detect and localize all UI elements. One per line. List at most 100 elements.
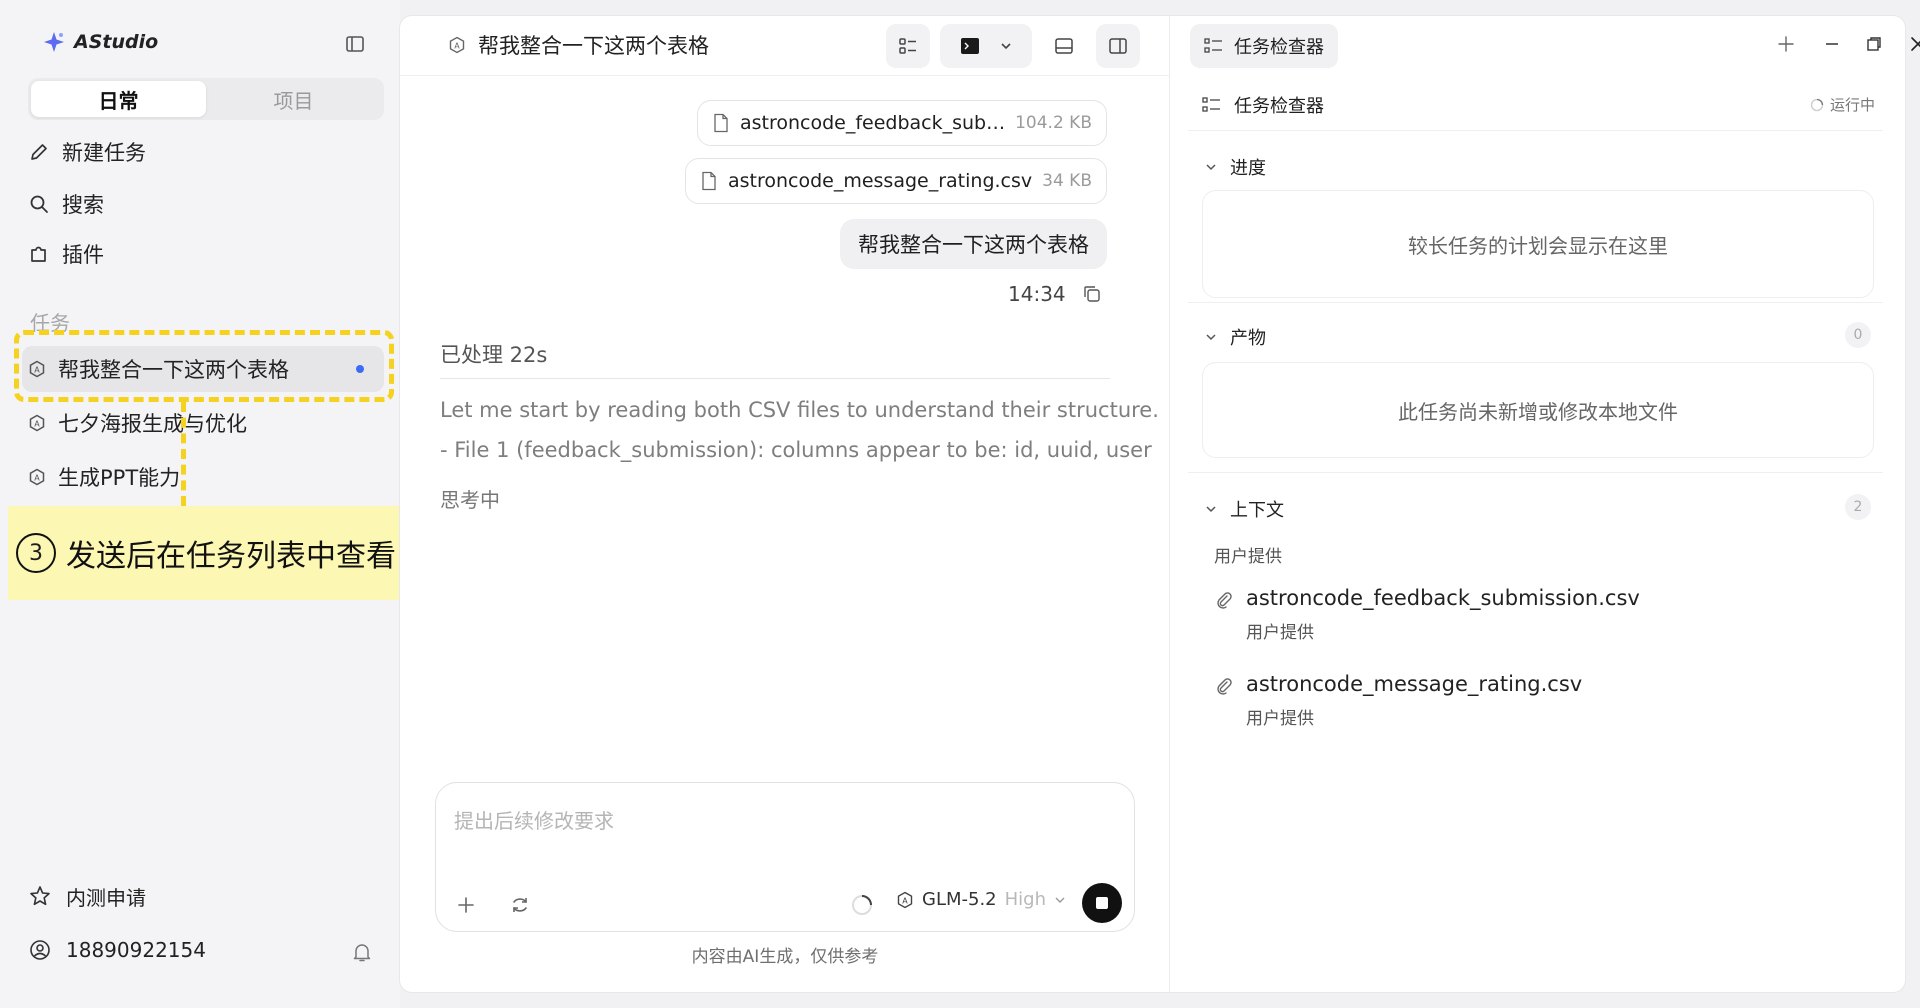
task-label: 生成PPT能力 [58, 466, 181, 490]
message-timestamp: 14:34 [1008, 282, 1066, 306]
chat-title: A 帮我整合一下这两个表格 [448, 30, 709, 60]
paperclip-icon [1217, 592, 1232, 609]
chevron-down-icon [1206, 334, 1216, 341]
bell-icon[interactable] [350, 940, 374, 964]
stop-button[interactable] [1082, 883, 1122, 923]
divider [1188, 302, 1883, 303]
plus-icon[interactable] [454, 893, 478, 917]
beta-apply-label: 内测申请 [66, 885, 146, 910]
loading-spinner-icon [852, 895, 872, 915]
context-file-item[interactable]: astroncode_message_rating.csv 用户提供 [1214, 672, 1582, 729]
add-tab-icon[interactable] [1774, 32, 1798, 56]
bottom-panel-toggle-button[interactable] [1042, 24, 1086, 68]
sidebar: AStudio 日常 项目 新建任务 搜索 插件 任务 A 帮我整合一下这两个表… [0, 0, 436, 1008]
divider [1188, 130, 1883, 131]
reasoning-line: Let me start by reading both CSV files t… [440, 398, 1159, 422]
terminal-dropdown-button[interactable] [940, 24, 1032, 68]
inspector-header: 任务检查器 [1202, 92, 1324, 118]
search-button[interactable]: 搜索 [28, 184, 368, 224]
chat-header: A 帮我整合一下这两个表格 [400, 16, 1170, 76]
running-status-label: 运行中 [1829, 96, 1875, 114]
artifacts-title: 产物 [1230, 328, 1266, 349]
progress-section-toggle[interactable]: 进度 [1204, 154, 1266, 180]
task-item[interactable]: A 七夕海报生成与优化 [22, 400, 384, 446]
callout-text: 发送后在任务列表中查看 [66, 539, 396, 574]
pencil-icon [31, 144, 47, 160]
chat-title-text: 帮我整合一下这两个表格 [478, 34, 709, 58]
loop-icon[interactable] [508, 893, 532, 917]
svg-text:A: A [34, 473, 40, 482]
user-message-bubble: 帮我整合一下这两个表格 [840, 219, 1107, 269]
plugin-icon [31, 246, 46, 262]
app-window: AStudio 日常 项目 新建任务 搜索 插件 任务 A 帮我整合一下这两个表… [0, 0, 1920, 1008]
model-name: GLM-5.2 [922, 889, 997, 910]
callout-note: 3 发送后在任务列表中查看 [8, 506, 436, 600]
copy-icon[interactable] [1082, 284, 1102, 304]
thinking-status: 思考中 [440, 488, 500, 512]
right-panel-toggle-button[interactable] [1096, 24, 1140, 68]
composer: A GLM-5.2 High [435, 782, 1135, 932]
account-button[interactable]: 18890922154 [28, 930, 206, 970]
tab-projects[interactable]: 项目 [206, 81, 381, 117]
inspector-tab-label: 任务检查器 [1234, 37, 1324, 58]
panel-right-icon [1109, 38, 1127, 54]
file-icon [702, 171, 716, 191]
task-list-toggle-button[interactable] [886, 24, 930, 68]
file-icon [714, 113, 728, 133]
beta-apply-button[interactable]: 内测申请 [28, 876, 146, 916]
artifacts-empty-state: 此任务尚未新增或修改本地文件 [1202, 362, 1874, 458]
task-inspector: 任务检查器 任务检查器 运行中 进度 较长任务的计划会显示在这里 产物 0 此任… [1170, 16, 1920, 992]
artifacts-section-toggle[interactable]: 产物 [1204, 324, 1266, 350]
progress-empty-state: 较长任务的计划会显示在这里 [1202, 190, 1874, 298]
close-icon[interactable] [1906, 32, 1920, 56]
attachment-name: astroncode_feedback_sub… [739, 112, 1006, 134]
model-selector[interactable]: A GLM-5.2 High [896, 889, 1066, 910]
reasoning-line: - File 1 (feedback_submission): columns … [440, 438, 1152, 462]
context-file-name: astroncode_message_rating.csv [1246, 672, 1583, 696]
processed-time[interactable]: 已处理 22s [440, 339, 547, 369]
model-hexagon-icon: A [897, 891, 913, 908]
new-task-button[interactable]: 新建任务 [28, 132, 368, 172]
sidebar-toggle-icon[interactable] [344, 33, 366, 55]
artifacts-count: 0 [1845, 322, 1871, 348]
list-icon [899, 38, 916, 54]
search-label: 搜索 [62, 193, 104, 217]
plugins-label: 插件 [62, 243, 104, 267]
callout-highlight [14, 330, 394, 402]
chevron-down-icon [1001, 43, 1011, 50]
new-task-label: 新建任务 [62, 141, 146, 165]
attachment-chip[interactable]: astroncode_message_rating.csv 34 KB [684, 158, 1107, 204]
tab-daily[interactable]: 日常 [31, 81, 206, 117]
user-avatar-icon [30, 940, 50, 960]
chevron-down-icon [1206, 164, 1216, 171]
chat-panel: A 帮我整合一下这两个表格 astroncode_feedback_sub… 1… [400, 16, 1170, 992]
agent-hexagon-icon: A [29, 414, 45, 432]
account-label: 18890922154 [66, 938, 206, 962]
svg-text:A: A [902, 896, 908, 905]
followup-input[interactable] [454, 801, 1114, 841]
callout-connector [181, 402, 186, 506]
inspector-tab[interactable]: 任务检查器 [1190, 24, 1338, 68]
context-file-name: astroncode_feedback_submission.csv [1246, 586, 1640, 610]
minimize-icon[interactable] [1820, 32, 1844, 56]
task-item[interactable]: A 生成PPT能力 [22, 454, 384, 500]
attachment-chip[interactable]: astroncode_feedback_sub… 104.2 KB [696, 100, 1107, 146]
attachment-size: 104.2 KB [1015, 113, 1092, 133]
context-source-label: 用户提供 [1214, 547, 1282, 567]
sparkle-logo-icon [44, 32, 64, 52]
context-count: 2 [1845, 494, 1871, 520]
inspector-title: 任务检查器 [1234, 96, 1324, 117]
running-status: 运行中 [1810, 94, 1875, 115]
terminal-icon [961, 38, 979, 54]
attachment-name: astroncode_message_rating.csv [727, 170, 1033, 192]
restore-icon[interactable] [1862, 32, 1886, 56]
callout-number: 3 [16, 533, 56, 573]
main-panel: A 帮我整合一下这两个表格 astroncode_feedback_sub… 1… [400, 16, 1920, 992]
list-icon [1202, 97, 1220, 112]
ai-disclaimer: 内容由AI生成，仅供参考 [691, 947, 879, 967]
context-section-toggle[interactable]: 上下文 [1204, 496, 1284, 522]
svg-text:A: A [454, 41, 460, 50]
context-file-item[interactable]: astroncode_feedback_submission.csv 用户提供 [1214, 586, 1640, 643]
chevron-down-icon [1206, 506, 1216, 513]
plugins-button[interactable]: 插件 [28, 234, 368, 274]
